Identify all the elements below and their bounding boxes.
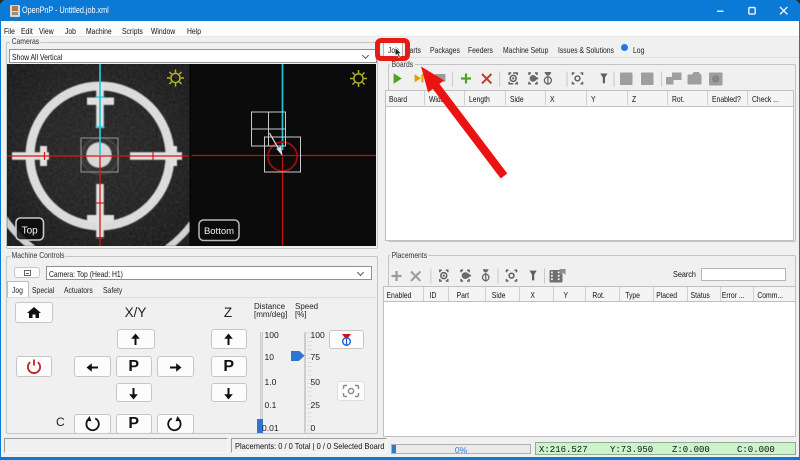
- svg-text:Top: Top: [22, 226, 39, 237]
- svg-text:Bottom: Bottom: [204, 226, 234, 237]
